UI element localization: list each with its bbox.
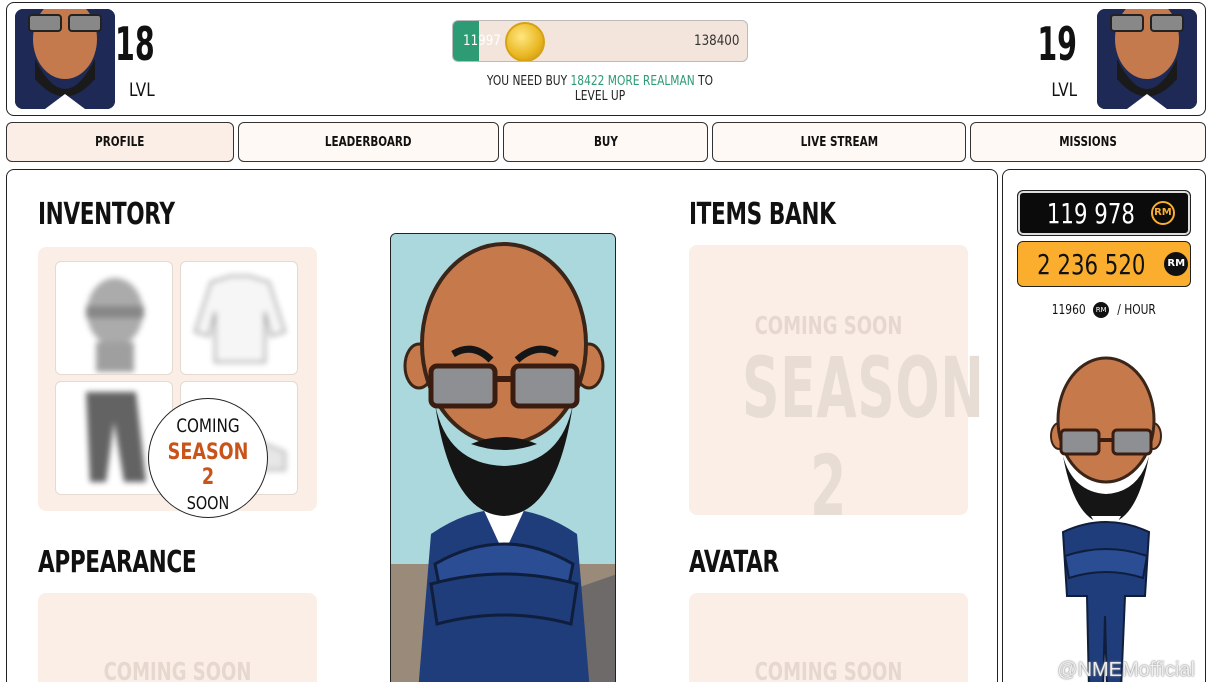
tab-missions[interactable]: MISSIONS: [970, 122, 1206, 162]
next-level-number: 19: [1037, 17, 1077, 71]
rate-unit: / HOUR: [1117, 302, 1157, 318]
head-item-icon: [86, 278, 144, 372]
items-bank-title: ITEMS BANK: [689, 197, 836, 232]
realman-balance-value: 119 978: [1046, 196, 1135, 230]
tab-profile-label: PROFILE: [95, 134, 145, 150]
levelup-message: YOU NEED BUY 18422 MORE REALMAN TO LEVEL…: [479, 74, 722, 104]
side-character-illustration: [1050, 356, 1162, 682]
earning-rate: 11960 RM / HOUR: [1003, 302, 1205, 318]
badge-line-coming: COMING: [176, 415, 240, 437]
secondary-balance-value: 2 236 520: [1036, 247, 1146, 281]
gold-coin-icon: [505, 22, 545, 61]
tab-buy[interactable]: BUY: [503, 122, 708, 162]
profile-main-panel: INVENTORY COMING SEASON 2 SOON APPEARANC…: [6, 169, 998, 682]
rm-token-icon: RM: [1150, 201, 1175, 225]
inventory-slot-head[interactable]: [55, 261, 173, 375]
levelup-prefix: YOU NEED BUY: [486, 74, 568, 89]
current-level-avatar: [15, 9, 115, 109]
badge-line-season: SEASON 2: [167, 440, 249, 490]
character-preview: [390, 233, 616, 682]
levelup-amount: 18422 MORE REALMAN: [570, 74, 695, 89]
balance-side-panel: 119 978 RM 2 236 520 RM 11960 RM / HOUR …: [1002, 169, 1206, 682]
tab-missions-label: MISSIONS: [1059, 134, 1117, 150]
inventory-title: INVENTORY: [38, 197, 175, 232]
appearance-coming-soon: COMING SOON: [103, 657, 252, 682]
progress-max: 138400: [693, 33, 739, 49]
tab-profile[interactable]: PROFILE: [6, 122, 234, 162]
tab-buy-label: BUY: [593, 134, 618, 150]
items-bank-panel: COMING SOON SEASON 2: [689, 245, 984, 535]
rate-value: 11960: [1051, 302, 1086, 318]
watermark: @NMEMofficial: [1057, 659, 1195, 681]
avatar-coming-soon: COMING SOON: [754, 657, 903, 682]
shirt-item-icon: [193, 275, 287, 363]
current-level-label: LVL: [129, 79, 155, 101]
progress-current: 11997: [463, 33, 501, 49]
season-coming-badge: COMING SEASON 2 SOON: [148, 398, 268, 518]
avatar-panel: COMING SOON: [689, 593, 968, 682]
next-level-avatar: [1097, 9, 1197, 109]
badge-line-soon: SOON: [186, 493, 230, 514]
inventory-panel: COMING SEASON 2 SOON: [38, 247, 317, 518]
tab-live-stream[interactable]: LIVE STREAM: [712, 122, 966, 162]
realman-balance: 119 978 RM: [1017, 190, 1191, 236]
items-bank-coming-soon: COMING SOON: [754, 311, 903, 340]
secondary-balance: 2 236 520 RM: [1017, 241, 1191, 287]
appearance-title: APPEARANCE: [38, 545, 197, 580]
rm-token-small-icon: RM: [1093, 302, 1110, 318]
tab-leaderboard[interactable]: LEADERBOARD: [238, 122, 499, 162]
level-progress-bar: 11997 138400: [452, 20, 748, 62]
next-level-label: LVL: [1051, 79, 1077, 101]
avatar-title: AVATAR: [689, 545, 779, 580]
current-level-number: 18: [115, 17, 155, 71]
inventory-slot-shirt[interactable]: [180, 261, 298, 375]
rm-token-icon: RM: [1164, 252, 1189, 276]
appearance-panel: COMING SOON: [38, 593, 317, 682]
character-illustration: [391, 234, 615, 682]
items-bank-season: SEASON 2: [742, 339, 985, 535]
tab-live-stream-label: LIVE STREAM: [800, 134, 878, 150]
tab-leaderboard-label: LEADERBOARD: [325, 134, 412, 150]
